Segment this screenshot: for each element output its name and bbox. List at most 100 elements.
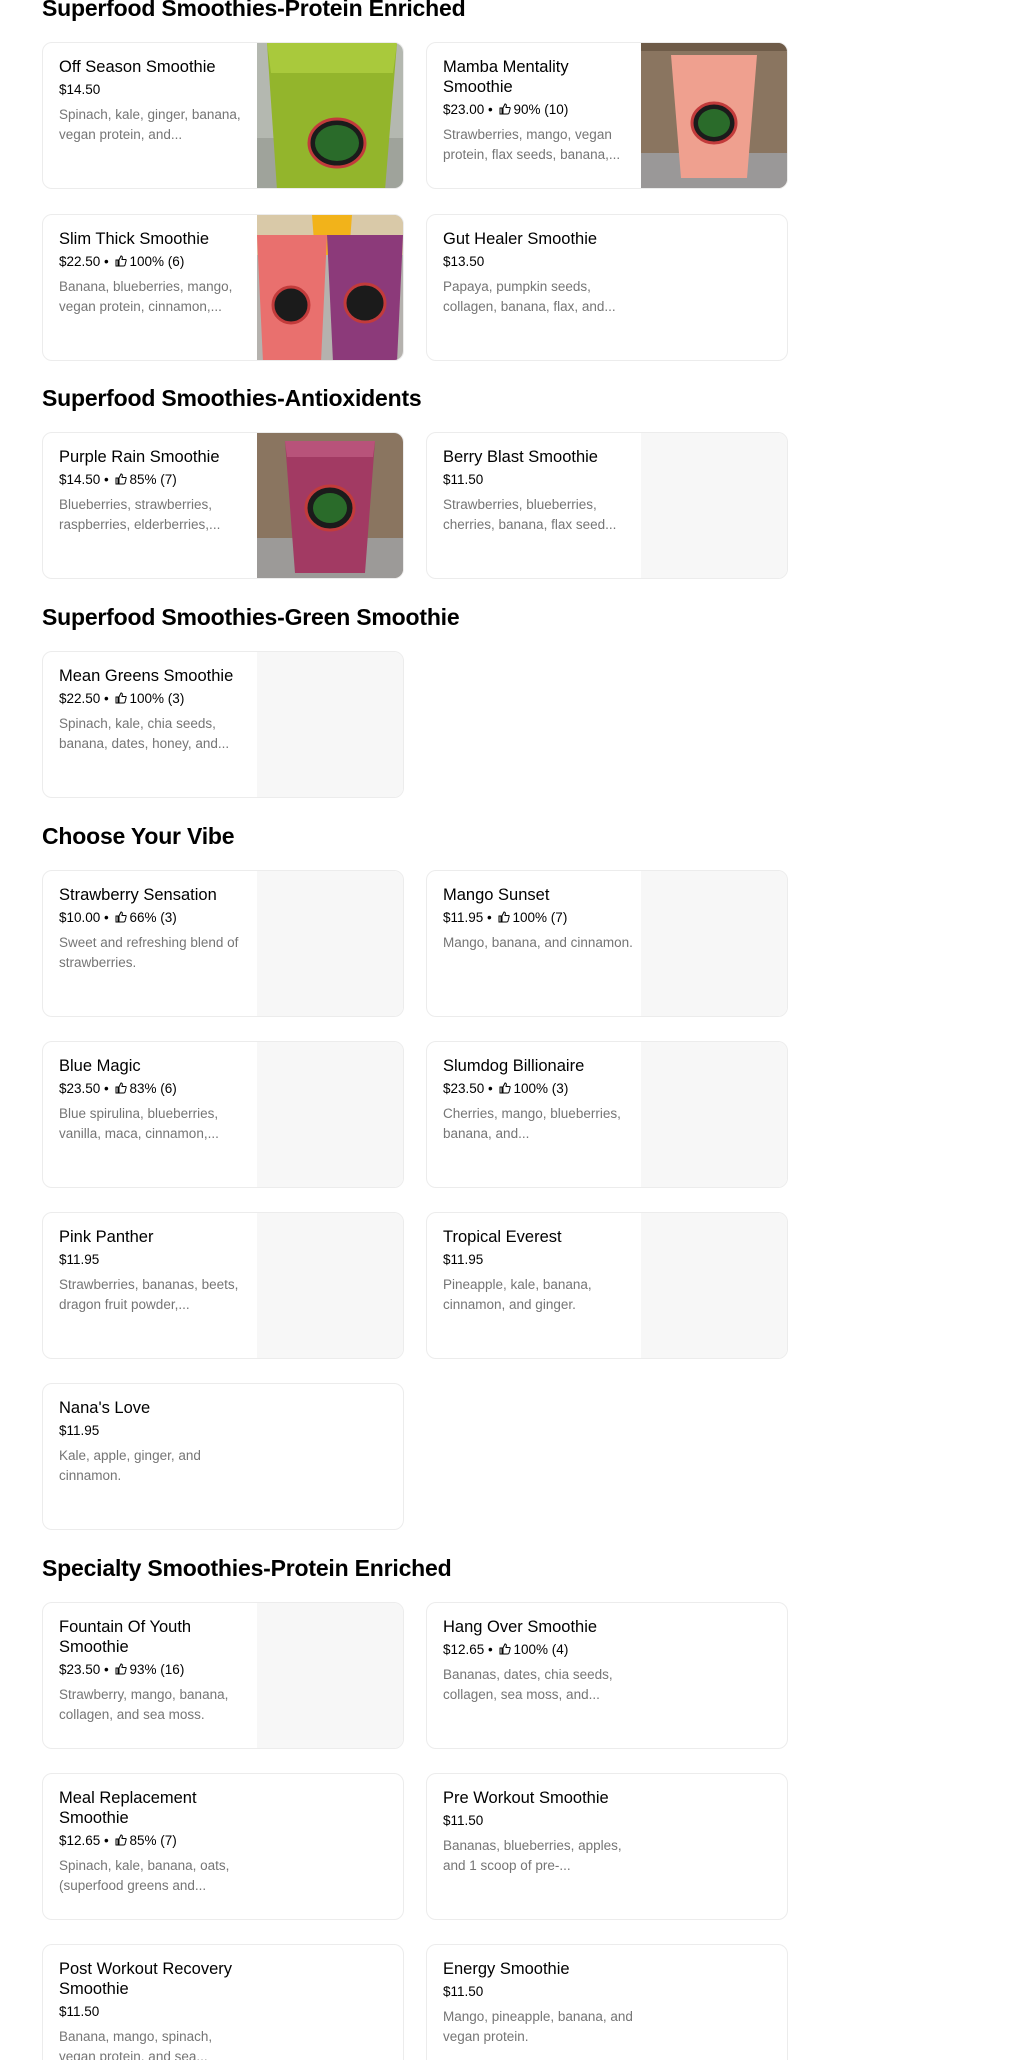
item-description: Strawberries, mango, vegan protein, flax…: [443, 127, 621, 162]
item-description: Strawberries, blueberries, cherries, ban…: [443, 497, 617, 532]
item-price: $12.65: [443, 1642, 485, 1657]
item-description: Pineapple, kale, banana, cinnamon, and g…: [443, 1277, 592, 1312]
menu-item-strawberry-sensation[interactable]: Strawberry Sensation $10.00 • 66% (3) Sw…: [42, 870, 404, 1017]
menu-item-purple-rain-smoothie[interactable]: Purple Rain Smoothie $14.50 • 85% (7) Bl…: [42, 432, 404, 579]
menu-item-pre-workout-smoothie[interactable]: Pre Workout Smoothie $11.50 Bananas, blu…: [426, 1773, 788, 1920]
item-price: $14.50: [59, 82, 101, 97]
item-description: Mango, pineapple, banana, and vegan prot…: [443, 2009, 633, 2044]
item-name: Nana's Love: [59, 1399, 151, 1417]
thumbs-up-icon: [499, 103, 511, 115]
item-price: $22.50: [59, 691, 101, 706]
item-description: Bananas, dates, chia seeds, collagen, se…: [443, 1667, 613, 1702]
item-rating: 100% (7): [512, 910, 568, 925]
item-price: $11.95: [443, 910, 484, 925]
item-description: Cherries, mango, blueberries, banana, an…: [443, 1106, 621, 1141]
thumbs-up-icon: [115, 473, 127, 485]
item-name: Mean Greens Smoothie: [59, 667, 234, 685]
item-name: Berry Blast Smoothie: [443, 448, 598, 466]
menu-item-mango-sunset[interactable]: Mango Sunset $11.95 • 100% (7) Mango, ba…: [426, 870, 788, 1017]
item-price: $11.95: [443, 1252, 484, 1267]
menu-item-fountain-of-youth-smoothie[interactable]: Fountain Of Youth Smoothie $23.50 • 93% …: [42, 1602, 404, 1749]
item-description: Spinach, kale, ginger, banana, vegan pro…: [59, 107, 241, 142]
item-name: Tropical Everest: [443, 1228, 562, 1246]
thumbs-up-icon: [115, 1834, 127, 1846]
item-name: Slim Thick Smoothie: [59, 230, 210, 248]
item-rating: 100% (3): [513, 1081, 569, 1096]
item-price: $10.00: [59, 910, 101, 925]
item-name: Mamba Mentality Smoothie: [443, 58, 569, 96]
thumbs-up-icon: [115, 911, 127, 923]
menu-item-mean-greens-smoothie[interactable]: Mean Greens Smoothie $22.50 • 100% (3) S…: [42, 651, 404, 798]
item-photo-placeholder: [257, 1042, 403, 1187]
item-price: $23.50: [443, 1081, 485, 1096]
item-name: Off Season Smoothie: [59, 58, 216, 76]
thumbs-up-icon: [498, 911, 510, 923]
menu-item-tropical-everest[interactable]: Tropical Everest $11.95 Pineapple, kale,…: [426, 1212, 788, 1359]
menu-item-blue-magic[interactable]: Blue Magic $23.50 • 83% (6) Blue spiruli…: [42, 1041, 404, 1188]
item-name: Blue Magic: [59, 1057, 141, 1075]
menu-item-slim-thick-smoothie[interactable]: Slim Thick Smoothie $22.50 • 100% (6) Ba…: [42, 214, 404, 361]
item-photo: [257, 215, 403, 360]
menu-item-berry-blast-smoothie[interactable]: Berry Blast Smoothie $11.50 Strawberries…: [426, 432, 788, 579]
thumbs-up-icon: [499, 1643, 511, 1655]
menu-item-hang-over-smoothie[interactable]: Hang Over Smoothie $12.65 • 100% (4) Ban…: [426, 1602, 788, 1749]
thumbs-up-icon: [115, 692, 127, 704]
menu-item-gut-healer-smoothie[interactable]: Gut Healer Smoothie $13.50 Papaya, pumpk…: [426, 214, 788, 361]
item-rating: 100% (3): [129, 691, 185, 706]
item-photo-placeholder: [641, 1213, 787, 1358]
item-name: Pre Workout Smoothie: [443, 1789, 609, 1807]
menu-item-post-workout-recovery-smoothie[interactable]: Post Workout Recovery Smoothie $11.50 Ba…: [42, 1944, 404, 2060]
item-description: Banana, blueberries, mango, vegan protei…: [59, 279, 233, 314]
item-description: Sweet and refreshing blend of strawberri…: [59, 935, 239, 970]
item-rating: 66% (3): [129, 910, 177, 925]
menu-item-off-season-smoothie[interactable]: Off Season Smoothie $14.50 Spinach, kale…: [42, 42, 404, 189]
item-name: Mango Sunset: [443, 886, 550, 904]
item-photo-placeholder: [641, 1042, 787, 1187]
item-price: $13.50: [443, 254, 485, 269]
item-description: Blue spirulina, blueberries, vanilla, ma…: [59, 1106, 219, 1141]
menu-item-energy-smoothie[interactable]: Energy Smoothie $11.50 Mango, pineapple,…: [426, 1944, 788, 2060]
item-name: Energy Smoothie: [443, 1960, 570, 1978]
item-photo-placeholder: [257, 652, 403, 797]
item-price: $14.50: [59, 472, 101, 487]
thumbs-up-icon: [115, 1663, 127, 1675]
section-title: Superfood Smoothies-Antioxidents: [42, 385, 422, 411]
menu-item-mamba-mentality-smoothie[interactable]: Mamba Mentality Smoothie $23.00 • 90% (1…: [426, 42, 788, 189]
item-photo-placeholder: [641, 433, 787, 578]
item-price: $11.50: [443, 1984, 484, 1999]
item-rating: 93% (16): [129, 1662, 185, 1677]
item-name: Post Workout Recovery Smoothie: [59, 1960, 233, 1998]
item-rating: 100% (6): [129, 254, 185, 269]
item-price: $11.50: [443, 1813, 484, 1828]
menu-item-slumdog-billionaire[interactable]: Slumdog Billionaire $23.50 • 100% (3) Ch…: [426, 1041, 788, 1188]
thumbs-up-icon: [499, 1082, 511, 1094]
menu-item-nanas-love[interactable]: Nana's Love $11.95 Kale, apple, ginger, …: [42, 1383, 404, 1530]
item-price: $23.50: [59, 1662, 101, 1677]
item-photo-placeholder: [257, 1213, 403, 1358]
item-description: Banana, mango, spinach, vegan protein, a…: [59, 2029, 213, 2060]
item-photo-placeholder: [257, 871, 403, 1016]
item-name: Pink Panther: [59, 1228, 154, 1246]
item-photo-placeholder: [641, 871, 787, 1016]
item-photo: [257, 43, 403, 188]
item-price: $11.95: [59, 1423, 100, 1438]
item-description: Kale, apple, ginger, and cinnamon.: [59, 1448, 201, 1483]
item-photo-placeholder: [257, 1603, 403, 1748]
item-description: Strawberries, bananas, beets, dragon fru…: [59, 1277, 239, 1312]
item-description: Spinach, kale, banana, oats, (superfood …: [59, 1858, 230, 1893]
item-rating: 90% (10): [513, 102, 569, 117]
item-name: Strawberry Sensation: [59, 886, 217, 904]
item-rating: 85% (7): [129, 472, 177, 487]
item-name: Gut Healer Smoothie: [443, 230, 598, 248]
item-photo: [257, 433, 403, 578]
menu-item-meal-replacement-smoothie[interactable]: Meal Replacement Smoothie $12.65 • 85% (…: [42, 1773, 404, 1920]
item-price: $11.50: [59, 2004, 100, 2019]
menu-item-pink-panther[interactable]: Pink Panther $11.95 Strawberries, banana…: [42, 1212, 404, 1359]
item-price: $11.50: [443, 472, 484, 487]
section-title: Superfood Smoothies-Green Smoothie: [42, 604, 460, 630]
section-title: Choose Your Vibe: [42, 823, 235, 849]
section-title: Specialty Smoothies-Protein Enriched: [42, 1555, 452, 1581]
item-price: $12.65: [59, 1833, 101, 1848]
item-description: Strawberry, mango, banana, collagen, and…: [59, 1687, 229, 1722]
item-rating: 85% (7): [129, 1833, 177, 1848]
